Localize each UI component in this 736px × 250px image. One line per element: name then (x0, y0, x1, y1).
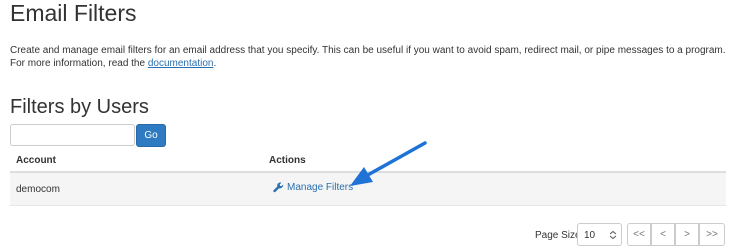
previous-page-button[interactable]: < (651, 223, 675, 246)
search-input[interactable] (10, 124, 135, 146)
last-page-button[interactable]: >> (699, 223, 725, 246)
description-suffix: . (213, 58, 217, 69)
page-size-select[interactable]: 10 (577, 223, 622, 246)
column-header-account[interactable]: Account (10, 150, 263, 173)
manage-filters-link[interactable]: Manage Filters (273, 182, 353, 193)
table-row: democom Manage Filters (10, 172, 726, 206)
documentation-link[interactable]: documentation (148, 58, 214, 69)
section-title: Filters by Users (10, 96, 149, 118)
next-page-button[interactable]: > (675, 223, 699, 246)
wrench-icon (273, 182, 284, 193)
manage-filters-label: Manage Filters (287, 182, 354, 193)
first-page-button[interactable]: << (627, 223, 651, 246)
page-description: Create and manage email filters for an e… (10, 44, 730, 70)
column-header-actions: Actions (263, 150, 726, 173)
filters-table: Account Actions democom Manage Filters (10, 150, 726, 206)
pagination-bar: Page Size 10 << < > >> (0, 222, 736, 250)
page-size-label: Page Size (535, 230, 581, 241)
page-title: Email Filters (10, 0, 137, 26)
chevron-up-down-icon (609, 231, 617, 239)
go-button[interactable]: Go (136, 124, 166, 147)
table-header-row: Account Actions (10, 150, 726, 173)
actions-cell: Manage Filters (263, 172, 726, 206)
description-prefix: For more information, read the (10, 58, 148, 69)
description-line-1: Create and manage email filters for an e… (10, 45, 726, 56)
description-line-2: For more information, read the documenta… (10, 57, 730, 70)
account-cell: democom (10, 172, 263, 206)
page-size-value: 10 (584, 230, 596, 241)
